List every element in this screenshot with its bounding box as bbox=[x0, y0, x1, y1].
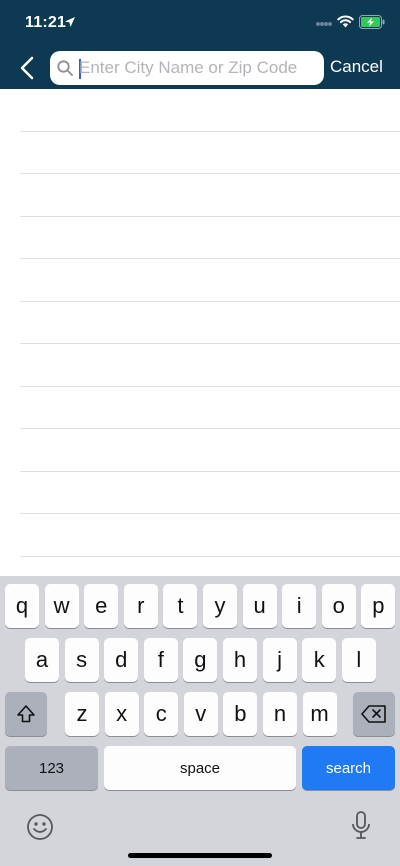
key-e[interactable]: e bbox=[84, 584, 119, 628]
key-o[interactable]: o bbox=[321, 584, 356, 628]
header: 11:21 Enter City Name or Zip Code Cancel bbox=[0, 0, 400, 89]
keyboard: q w e r t y u i o p a s d f g h j k l z x c v b n m 123 space search bbox=[0, 576, 400, 866]
key-j[interactable]: j bbox=[262, 638, 297, 682]
status-time: 11:21 bbox=[25, 14, 67, 31]
list-item[interactable] bbox=[20, 174, 400, 217]
list-item[interactable] bbox=[20, 302, 400, 344]
key-s[interactable]: s bbox=[64, 638, 99, 682]
key-l[interactable]: l bbox=[341, 638, 376, 682]
key-g[interactable]: g bbox=[183, 638, 218, 682]
list-item[interactable] bbox=[20, 89, 400, 132]
list-item[interactable] bbox=[20, 259, 400, 302]
key-y[interactable]: y bbox=[203, 584, 237, 628]
list-item[interactable] bbox=[20, 514, 400, 557]
results-list bbox=[0, 89, 400, 576]
home-indicator bbox=[128, 853, 272, 858]
list-item[interactable] bbox=[20, 472, 400, 514]
cellular-signal-icon bbox=[316, 22, 332, 26]
wifi-icon bbox=[337, 15, 354, 28]
search-icon bbox=[57, 60, 73, 76]
list-item[interactable] bbox=[20, 387, 400, 429]
search-field[interactable] bbox=[50, 51, 324, 85]
shift-key[interactable] bbox=[5, 692, 47, 736]
search-key[interactable]: search bbox=[302, 746, 395, 790]
numbers-key[interactable]: 123 bbox=[5, 746, 98, 790]
list-item[interactable] bbox=[20, 429, 400, 472]
key-u[interactable]: u bbox=[242, 584, 277, 628]
key-z[interactable]: z bbox=[65, 692, 99, 736]
space-key[interactable]: space bbox=[104, 746, 296, 790]
key-v[interactable]: v bbox=[183, 692, 218, 736]
shift-icon bbox=[17, 705, 35, 723]
delete-key[interactable] bbox=[353, 692, 395, 736]
delete-icon bbox=[361, 705, 386, 723]
key-i[interactable]: i bbox=[282, 584, 317, 628]
key-b[interactable]: b bbox=[223, 692, 258, 736]
key-p[interactable]: p bbox=[361, 584, 396, 628]
emoji-icon[interactable] bbox=[26, 813, 54, 841]
key-t[interactable]: t bbox=[163, 584, 198, 628]
list-item[interactable] bbox=[20, 217, 400, 259]
chevron-left-icon bbox=[20, 56, 34, 80]
key-d[interactable]: d bbox=[104, 638, 139, 682]
key-x[interactable]: x bbox=[104, 692, 139, 736]
back-button[interactable] bbox=[12, 50, 42, 86]
key-m[interactable]: m bbox=[302, 692, 337, 736]
key-n[interactable]: n bbox=[263, 692, 297, 736]
key-w[interactable]: w bbox=[44, 584, 79, 628]
location-arrow-icon bbox=[65, 17, 75, 27]
search-input[interactable] bbox=[79, 51, 317, 85]
key-a[interactable]: a bbox=[25, 638, 59, 682]
search-nav-bar: Cancel bbox=[0, 46, 400, 89]
key-k[interactable]: k bbox=[302, 638, 337, 682]
key-h[interactable]: h bbox=[223, 638, 257, 682]
status-bar: 11:21 bbox=[0, 0, 400, 46]
key-c[interactable]: c bbox=[144, 692, 179, 736]
cancel-button[interactable]: Cancel bbox=[330, 57, 383, 77]
battery-charging-icon bbox=[359, 15, 385, 29]
list-item[interactable] bbox=[20, 344, 400, 387]
key-f[interactable]: f bbox=[143, 638, 178, 682]
key-q[interactable]: q bbox=[5, 584, 39, 628]
microphone-icon[interactable] bbox=[350, 811, 372, 841]
key-r[interactable]: r bbox=[123, 584, 158, 628]
list-item[interactable] bbox=[20, 132, 400, 174]
